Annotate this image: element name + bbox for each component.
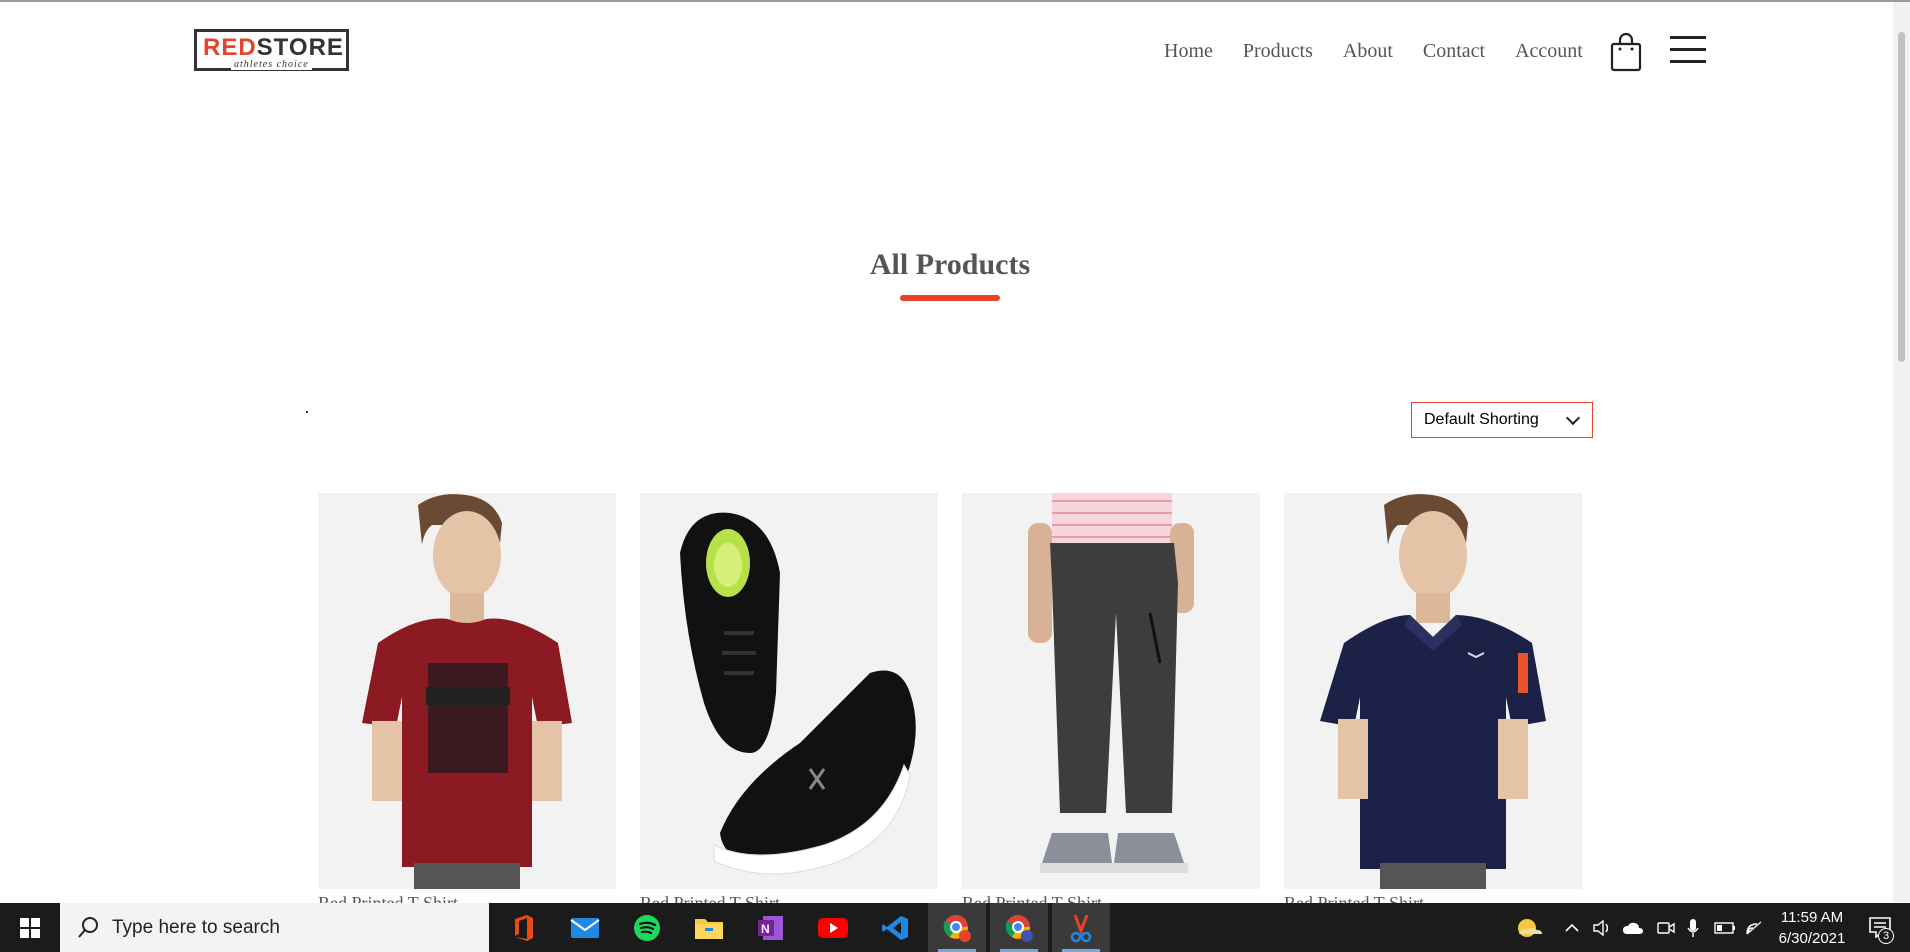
snipping-tool-icon[interactable] bbox=[1052, 903, 1110, 952]
search-icon bbox=[76, 915, 102, 941]
svg-text:N: N bbox=[761, 922, 770, 936]
logo-wordmark: REDSTORE bbox=[203, 34, 344, 62]
wifi-icon[interactable] bbox=[1745, 903, 1763, 952]
nav-home[interactable]: Home bbox=[1164, 40, 1213, 63]
clock-date: 6/30/2021 bbox=[1778, 930, 1846, 947]
title-underline bbox=[900, 295, 1000, 301]
volume-icon[interactable] bbox=[1592, 903, 1612, 952]
vscode-icon[interactable] bbox=[866, 903, 924, 952]
meet-now-camera-icon[interactable] bbox=[1657, 903, 1675, 952]
chrome-profile-icon[interactable] bbox=[990, 903, 1048, 952]
page-title: All Products bbox=[869, 248, 1031, 281]
youtube-icon[interactable] bbox=[804, 903, 862, 952]
windows-start-button[interactable] bbox=[0, 903, 60, 952]
show-hidden-icons-chevron-up-icon[interactable] bbox=[1565, 903, 1579, 952]
nav-products[interactable]: Products bbox=[1243, 40, 1313, 63]
nav-about[interactable]: About bbox=[1343, 40, 1393, 63]
redstore-logo[interactable]: REDSTORE athletes choice bbox=[194, 29, 349, 71]
weather-icon[interactable] bbox=[1515, 903, 1543, 952]
main-nav: Home Products About Contact Account bbox=[1164, 40, 1583, 63]
clock-time: 11:59 AM bbox=[1780, 909, 1844, 926]
microphone-icon[interactable] bbox=[1686, 903, 1700, 952]
sort-selected-value: Default Shorting bbox=[1424, 411, 1539, 428]
windows-logo-icon bbox=[20, 917, 40, 938]
nav-contact[interactable]: Contact bbox=[1423, 40, 1485, 63]
onenote-icon[interactable]: N bbox=[742, 903, 800, 952]
battery-icon[interactable] bbox=[1714, 903, 1736, 952]
mail-icon[interactable] bbox=[556, 903, 614, 952]
logo-tagline: athletes choice bbox=[231, 59, 312, 70]
nav-account[interactable]: Account bbox=[1515, 40, 1583, 63]
window-top-border bbox=[0, 0, 1910, 2]
search-placeholder: Type here to search bbox=[112, 916, 280, 938]
logo-dark-text: STORE bbox=[256, 34, 344, 61]
windows-taskbar: Type here to search N 11:59 AM 6/30/2021… bbox=[0, 903, 1910, 952]
stray-dot bbox=[306, 411, 308, 413]
sort-dropdown[interactable]: Default Shorting bbox=[1411, 402, 1593, 438]
taskbar-search-box[interactable]: Type here to search bbox=[60, 903, 489, 952]
page-scrollbar[interactable] bbox=[1893, 2, 1910, 902]
spotify-icon[interactable] bbox=[618, 903, 676, 952]
hamburger-menu-icon[interactable] bbox=[1670, 36, 1706, 66]
scrollbar-thumb[interactable] bbox=[1898, 32, 1905, 362]
office-icon[interactable] bbox=[495, 903, 553, 952]
chrome-icon[interactable] bbox=[928, 903, 986, 952]
file-explorer-icon[interactable] bbox=[680, 903, 738, 952]
product-image-navy-polo[interactable] bbox=[1284, 493, 1582, 889]
taskbar-clock[interactable]: 11:59 AM 6/30/2021 bbox=[1764, 907, 1860, 949]
product-image-black-sneakers[interactable] bbox=[640, 493, 938, 889]
product-image-red-tshirt[interactable] bbox=[318, 493, 616, 889]
product-image-grey-joggers[interactable] bbox=[962, 493, 1260, 889]
notification-count-badge: 3 bbox=[1878, 928, 1894, 944]
chevron-down-icon bbox=[1565, 410, 1581, 425]
shopping-bag-icon[interactable] bbox=[1610, 32, 1642, 72]
logo-red-text: RED bbox=[203, 34, 257, 61]
onedrive-cloud-icon[interactable] bbox=[1622, 903, 1644, 952]
